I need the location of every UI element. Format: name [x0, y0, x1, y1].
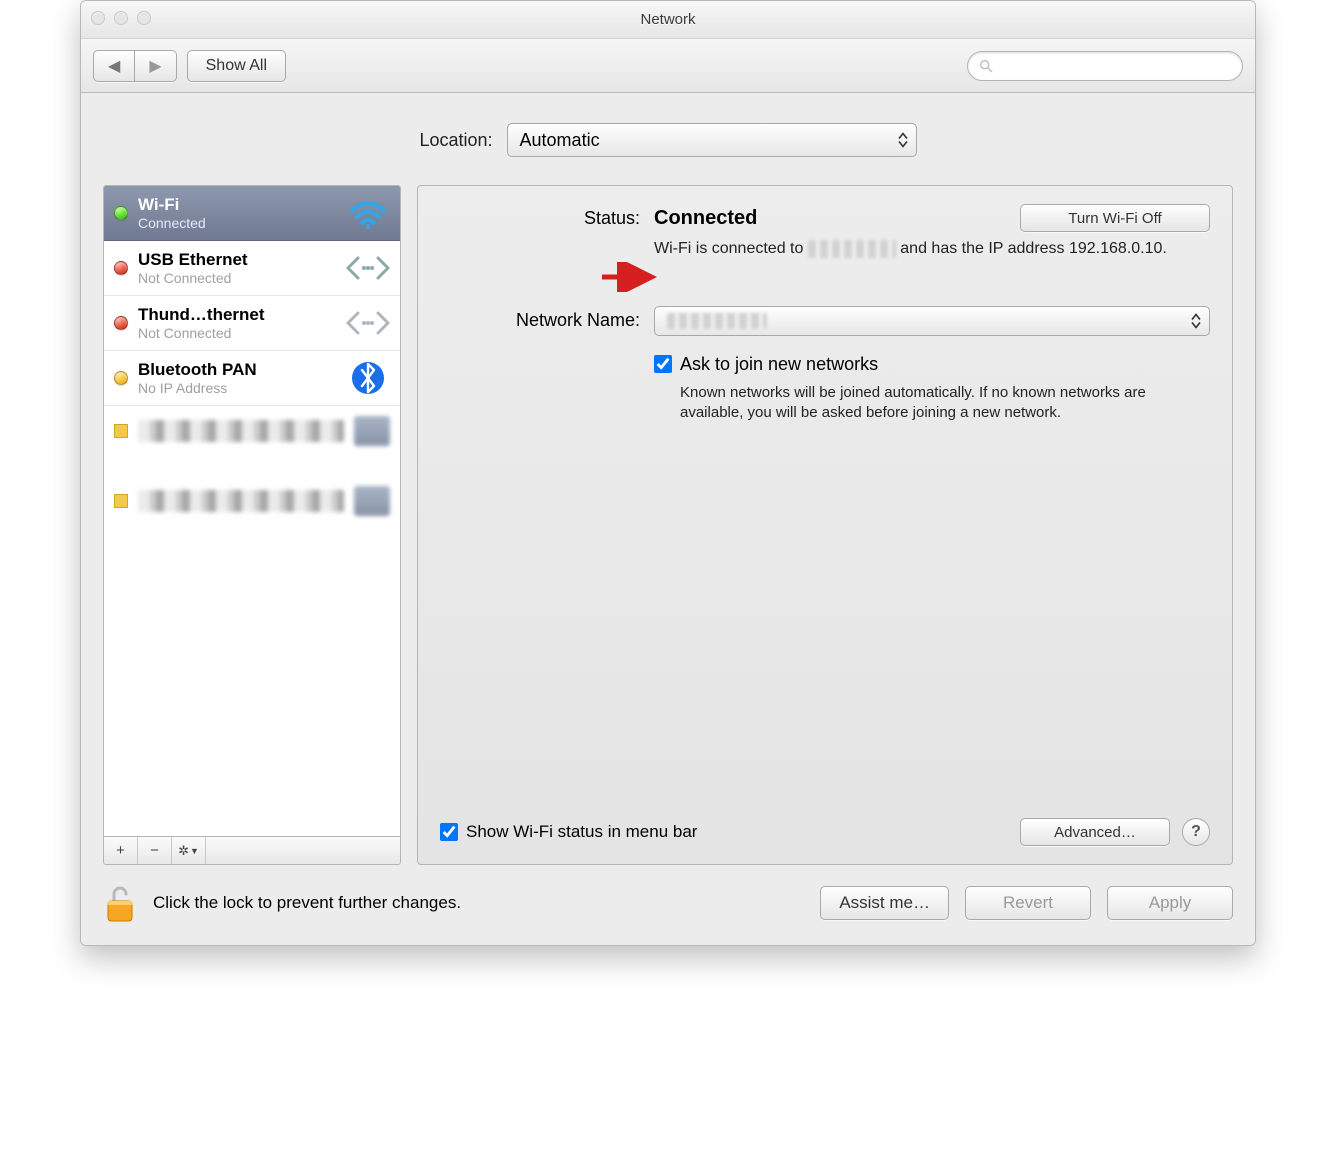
show-status-menubar-checkbox[interactable]: [440, 823, 458, 841]
detail-panel: Status: Connected Turn Wi-Fi Off Wi-Fi i…: [417, 185, 1233, 865]
advanced-button[interactable]: Advanced…: [1020, 818, 1170, 846]
assist-me-label: Assist me…: [839, 893, 930, 913]
apply-button[interactable]: Apply: [1107, 886, 1233, 920]
titlebar: Network: [81, 1, 1255, 39]
service-item-redacted[interactable]: [104, 406, 400, 456]
service-name: Thund…thernet: [138, 305, 336, 325]
status-dot-icon: [114, 424, 128, 438]
service-status: Not Connected: [138, 270, 336, 286]
forward-button[interactable]: ▶: [135, 50, 176, 82]
show-all-label: Show All: [206, 57, 267, 75]
service-status: No IP Address: [138, 380, 336, 396]
help-icon: ?: [1191, 823, 1201, 841]
service-status: Not Connected: [138, 325, 336, 341]
nav-buttons: ◀ ▶: [93, 50, 177, 82]
toolbar: ◀ ▶ Show All: [81, 39, 1255, 93]
search-field[interactable]: [967, 51, 1243, 81]
window-controls: [91, 11, 151, 25]
help-button[interactable]: ?: [1182, 818, 1210, 846]
status-dot-icon: [114, 206, 128, 220]
service-item-thunderbolt-ethernet[interactable]: Thund…thernet Not Connected: [104, 296, 400, 351]
service-item-usb-ethernet[interactable]: USB Ethernet Not Connected: [104, 241, 400, 296]
chevron-right-icon: ▶: [149, 56, 161, 76]
services-list: Wi-Fi Connected USB Ethernet Not Connect…: [103, 185, 401, 837]
revert-button[interactable]: Revert: [965, 886, 1091, 920]
ask-to-join-label: Ask to join new networks: [680, 354, 878, 375]
show-status-menubar-label: Show Wi-Fi status in menu bar: [466, 822, 697, 842]
close-window-button[interactable]: [91, 11, 105, 25]
network-preferences-window: Network ◀ ▶ Show All Location: Automatic: [80, 0, 1256, 946]
minus-icon: −: [150, 842, 159, 859]
ask-to-join-hint: Known networks will be joined automatica…: [654, 383, 1210, 424]
location-row: Location: Automatic: [103, 123, 1233, 157]
services-list-toolbar: + − ✲▼: [103, 837, 401, 865]
wifi-icon: [346, 194, 390, 232]
ethernet-icon: [346, 249, 390, 287]
status-dot-icon: [114, 261, 128, 275]
assist-me-button[interactable]: Assist me…: [820, 886, 949, 920]
status-dot-icon: [114, 316, 128, 330]
service-name: USB Ethernet: [138, 250, 336, 270]
minimize-window-button[interactable]: [114, 11, 128, 25]
network-name-label: Network Name:: [440, 306, 640, 331]
chevron-down-icon: ▼: [190, 846, 199, 856]
status-sub-suffix: and has the IP address 192.168.0.10.: [896, 240, 1167, 257]
service-name: Bluetooth PAN: [138, 360, 336, 380]
redacted-ssid: [808, 240, 896, 258]
status-value: Connected: [654, 207, 757, 230]
search-input[interactable]: [1000, 58, 1232, 74]
annotation-arrow-icon: [602, 262, 662, 292]
unlocked-lock-icon: [105, 885, 135, 923]
location-label: Location:: [419, 130, 492, 151]
revert-label: Revert: [1003, 893, 1053, 913]
zoom-window-button[interactable]: [137, 11, 151, 25]
status-dot-icon: [114, 371, 128, 385]
gear-icon: ✲: [178, 843, 189, 859]
location-popup[interactable]: Automatic: [507, 123, 917, 157]
chevron-left-icon: ◀: [108, 56, 120, 76]
lock-hint-text: Click the lock to prevent further change…: [153, 893, 461, 913]
ask-to-join-checkbox[interactable]: [654, 355, 672, 373]
redacted-text: [138, 420, 344, 442]
location-value: Automatic: [520, 130, 600, 151]
redacted-text: [138, 490, 344, 512]
ethernet-icon: [346, 304, 390, 342]
status-sub-prefix: Wi-Fi is connected to: [654, 240, 808, 257]
back-button[interactable]: ◀: [93, 50, 135, 82]
window-title: Network: [640, 11, 695, 28]
window-footer: Click the lock to prevent further change…: [81, 865, 1255, 945]
service-name: Wi-Fi: [138, 195, 336, 215]
network-name-popup[interactable]: [654, 306, 1210, 336]
service-item-bluetooth-pan[interactable]: Bluetooth PAN No IP Address: [104, 351, 400, 406]
show-all-button[interactable]: Show All: [187, 50, 286, 82]
search-icon: [978, 58, 994, 74]
redacted-icon: [354, 416, 390, 446]
apply-label: Apply: [1149, 893, 1192, 913]
redacted-network-name: [667, 313, 767, 329]
add-service-button[interactable]: +: [104, 837, 138, 864]
status-dot-icon: [114, 494, 128, 508]
service-item-wifi[interactable]: Wi-Fi Connected: [104, 186, 400, 241]
bluetooth-icon: [346, 359, 390, 397]
popup-arrows-icon: [898, 133, 908, 148]
service-status: Connected: [138, 215, 336, 231]
turn-wifi-off-button[interactable]: Turn Wi-Fi Off: [1020, 204, 1210, 232]
redacted-icon: [354, 486, 390, 516]
remove-service-button[interactable]: −: [138, 837, 172, 864]
service-actions-menu[interactable]: ✲▼: [172, 837, 206, 864]
status-description: Wi-Fi is connected to and has the IP add…: [654, 238, 1210, 260]
popup-arrows-icon: [1191, 313, 1201, 328]
status-label: Status:: [440, 204, 640, 229]
plus-icon: +: [116, 842, 125, 859]
advanced-label: Advanced…: [1054, 824, 1136, 841]
service-item-redacted[interactable]: [104, 476, 400, 526]
services-sidebar: Wi-Fi Connected USB Ethernet Not Connect…: [103, 185, 401, 865]
turn-wifi-off-label: Turn Wi-Fi Off: [1068, 210, 1161, 227]
lock-button[interactable]: [103, 883, 137, 923]
